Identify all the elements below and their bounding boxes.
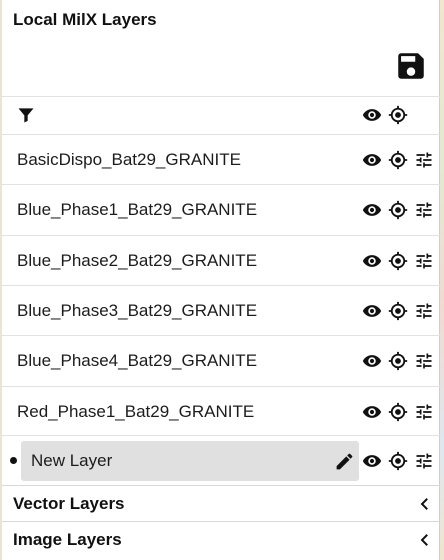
tune-settings-icon[interactable]: [414, 301, 434, 321]
tune-settings-icon[interactable]: [414, 451, 434, 471]
local-milx-layers-panel: Local MilX Layers BasicDispo_Bat29_GRANI…: [2, 0, 440, 560]
locate-target-icon[interactable]: [388, 451, 408, 471]
locate-target-icon[interactable]: [388, 251, 408, 271]
tune-settings-icon[interactable]: [414, 200, 434, 220]
locate-target-icon[interactable]: [388, 150, 408, 170]
eye-icon[interactable]: [362, 351, 382, 371]
eye-icon[interactable]: [362, 150, 382, 170]
active-layer-bullet: [10, 457, 17, 464]
active-layer-field[interactable]: New Layer: [21, 441, 359, 481]
floppy-save-icon: [398, 53, 424, 79]
tune-settings-icon[interactable]: [414, 351, 434, 371]
section-label: Image Layers: [13, 529, 122, 549]
layer-label: Blue_Phase1_Bat29_GRANITE: [17, 199, 258, 219]
layer-label: New Layer: [31, 451, 113, 470]
tune-settings-icon[interactable]: [414, 251, 434, 271]
layer-label: Blue_Phase2_Bat29_GRANITE: [17, 250, 258, 270]
tune-settings-icon[interactable]: [414, 402, 434, 422]
locate-target-icon[interactable]: [388, 200, 408, 220]
eye-icon[interactable]: [362, 402, 382, 422]
locate-target-icon[interactable]: [388, 105, 408, 125]
layer-label: BasicDispo_Bat29_GRANITE: [17, 149, 241, 169]
section-image-layers[interactable]: Image Layers: [2, 521, 440, 557]
eye-icon[interactable]: [362, 301, 382, 321]
layer-label: Blue_Phase4_Bat29_GRANITE: [17, 350, 258, 370]
panel-title: Local MilX Layers: [13, 10, 157, 29]
layer-label: Red_Phase1_Bat29_GRANITE: [17, 401, 255, 421]
eye-icon[interactable]: [362, 200, 382, 220]
pencil-icon[interactable]: [334, 451, 355, 472]
section-label: Vector Layers: [13, 493, 125, 513]
chevron-left-icon[interactable]: [416, 495, 434, 513]
locate-target-icon[interactable]: [388, 402, 408, 422]
layer-label: Blue_Phase3_Bat29_GRANITE: [17, 300, 258, 320]
eye-icon[interactable]: [362, 105, 382, 125]
section-vector-layers[interactable]: Vector Layers: [2, 485, 440, 521]
layer-row-new-layer[interactable]: New Layer: [2, 435, 440, 485]
layer-row[interactable]: Blue_Phase2_Bat29_GRANITE: [2, 235, 440, 285]
layer-row[interactable]: Red_Phase1_Bat29_GRANITE: [2, 386, 440, 436]
locate-target-icon[interactable]: [388, 301, 408, 321]
layer-row[interactable]: Blue_Phase1_Bat29_GRANITE: [2, 184, 440, 234]
layer-row[interactable]: Blue_Phase3_Bat29_GRANITE: [2, 285, 440, 335]
eye-icon[interactable]: [362, 451, 382, 471]
chevron-left-icon[interactable]: [416, 531, 434, 549]
filter-row: [2, 96, 440, 133]
eye-icon[interactable]: [362, 251, 382, 271]
filter-icon[interactable]: [16, 105, 36, 125]
layer-row[interactable]: Blue_Phase4_Bat29_GRANITE: [2, 335, 440, 385]
save-button[interactable]: [394, 49, 428, 83]
locate-target-icon[interactable]: [388, 351, 408, 371]
tune-settings-icon[interactable]: [414, 150, 434, 170]
layer-row[interactable]: BasicDispo_Bat29_GRANITE: [2, 134, 440, 184]
